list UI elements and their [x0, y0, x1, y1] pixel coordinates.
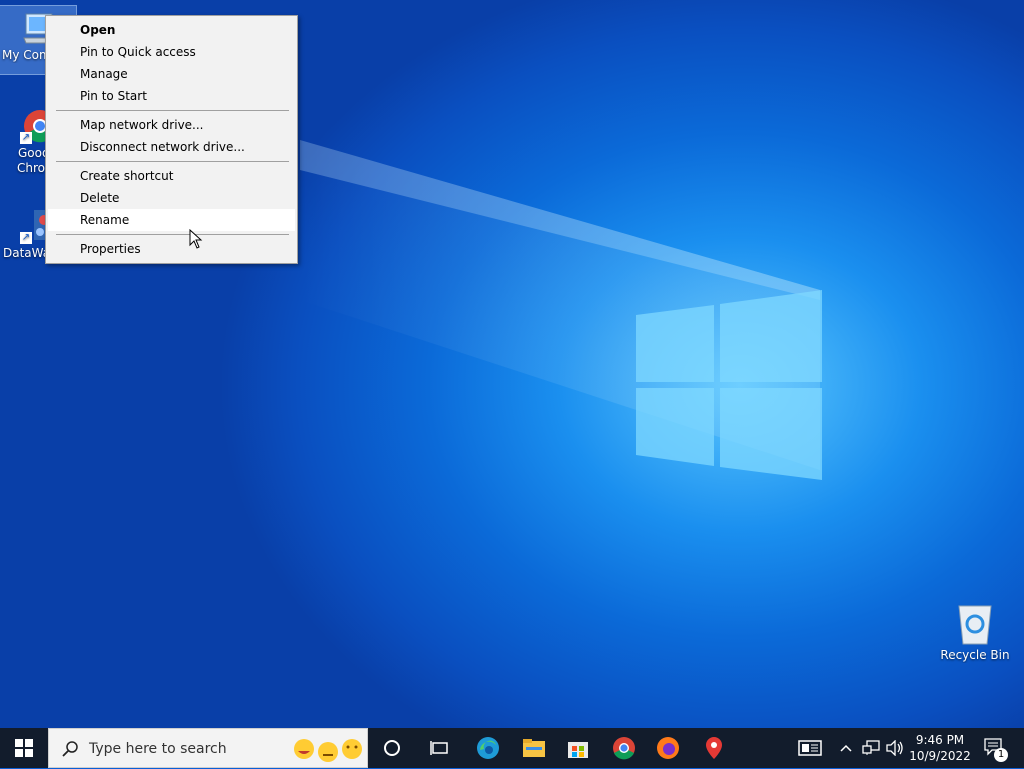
- volume-button[interactable]: [884, 728, 906, 768]
- shortcut-arrow-icon: ↗: [20, 232, 32, 244]
- context-menu: Open Pin to Quick access Manage Pin to S…: [45, 15, 298, 264]
- taskbar-app-location[interactable]: [692, 728, 736, 768]
- task-view-button[interactable]: [418, 728, 462, 768]
- firefox-icon: [657, 737, 679, 759]
- menu-item-rename[interactable]: Rename: [48, 209, 295, 231]
- taskbar-app-store[interactable]: [556, 728, 600, 768]
- cortana-circle-icon: [384, 740, 400, 756]
- shortcut-arrow-icon: ↗: [20, 132, 32, 144]
- desktop-icon-recycle-bin[interactable]: Recycle Bin: [937, 602, 1013, 663]
- taskbar: Type here to search 9:46 PM 10/9/2022 1: [0, 728, 1024, 768]
- notification-count-badge: 1: [994, 748, 1008, 762]
- mouse-cursor-icon: [189, 229, 203, 249]
- speaker-icon: [886, 740, 903, 756]
- task-view-icon: [430, 741, 448, 755]
- search-icon: [62, 741, 78, 757]
- network-button[interactable]: [860, 728, 882, 768]
- map-pin-icon: [706, 737, 722, 759]
- menu-item-open[interactable]: Open: [48, 19, 295, 41]
- taskbar-search-box[interactable]: Type here to search: [48, 728, 368, 768]
- windows-start-icon: [15, 739, 33, 757]
- clock-date: 10/9/2022: [909, 749, 971, 763]
- menu-separator: [56, 161, 289, 162]
- windows-logo: [636, 290, 822, 480]
- chrome-icon: [613, 737, 635, 760]
- emoji-search-highlight-icon: [294, 739, 362, 762]
- action-center-button[interactable]: 1: [976, 728, 1014, 768]
- taskbar-app-chrome[interactable]: [602, 728, 646, 768]
- menu-item-create-shortcut[interactable]: Create shortcut: [48, 165, 295, 187]
- folder-icon: [523, 739, 545, 757]
- desktop-icon-label: Recycle Bin: [940, 648, 1010, 662]
- menu-item-properties[interactable]: Properties: [48, 238, 295, 260]
- show-hidden-icons-button[interactable]: [836, 728, 856, 768]
- menu-item-disconnect-network-drive[interactable]: Disconnect network drive...: [48, 136, 295, 158]
- menu-separator: [56, 110, 289, 111]
- menu-item-map-network-drive[interactable]: Map network drive...: [48, 114, 295, 136]
- taskbar-app-file-explorer[interactable]: [512, 728, 556, 768]
- start-button[interactable]: [0, 728, 48, 768]
- menu-item-pin-quick-access[interactable]: Pin to Quick access: [48, 41, 295, 63]
- news-icon: [798, 740, 822, 756]
- menu-item-pin-to-start[interactable]: Pin to Start: [48, 85, 295, 107]
- store-bag-icon: [568, 742, 588, 758]
- menu-item-manage[interactable]: Manage: [48, 63, 295, 85]
- cortana-button[interactable]: [370, 728, 414, 768]
- menu-separator: [56, 234, 289, 235]
- search-placeholder: Type here to search: [89, 741, 227, 757]
- chevron-up-icon: [840, 744, 852, 752]
- edge-icon: [477, 737, 499, 759]
- menu-item-delete[interactable]: Delete: [48, 187, 295, 209]
- recycle-bin-icon: [955, 602, 995, 646]
- clock-time: 9:46 PM: [915, 733, 965, 747]
- taskbar-app-edge[interactable]: [466, 728, 510, 768]
- taskbar-app-firefox[interactable]: [646, 728, 690, 768]
- clock-button[interactable]: 9:46 PM 10/9/2022: [909, 728, 971, 768]
- news-widget-button[interactable]: [792, 728, 828, 768]
- network-icon: [862, 740, 880, 755]
